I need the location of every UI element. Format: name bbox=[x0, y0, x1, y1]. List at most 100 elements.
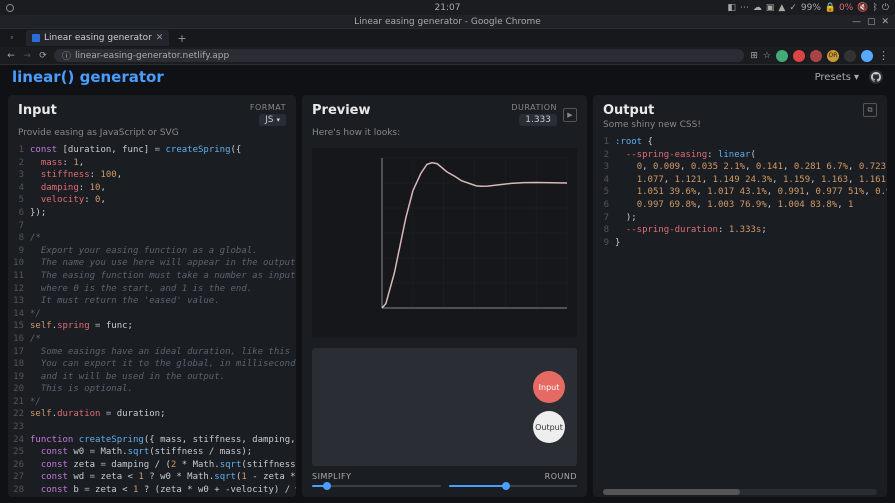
window-maximize-icon[interactable]: ▢ bbox=[867, 17, 876, 27]
tab-favicon-icon bbox=[32, 34, 40, 42]
tray-cloud-icon[interactable]: ☁ bbox=[753, 3, 762, 13]
app-header: linear() generator Presets ▾ bbox=[0, 65, 895, 89]
browser-tab[interactable]: Linear easing generator ✕ bbox=[26, 30, 169, 46]
code-line: 14*/ bbox=[12, 308, 292, 321]
round-label: ROUND bbox=[449, 472, 578, 481]
browser-tab-strip: ⌕ Linear easing generator ✕ + bbox=[0, 29, 895, 47]
ext-icon-3[interactable] bbox=[810, 50, 822, 62]
code-line: 24function createSpring({ mass, stiffnes… bbox=[12, 434, 292, 447]
tab-title: Linear easing generator bbox=[44, 33, 152, 43]
tray-lock-icon[interactable]: 🔒 0% bbox=[825, 3, 853, 13]
new-tab-button[interactable]: + bbox=[173, 32, 190, 45]
url-text: linear-easing-generator.netlify.app bbox=[75, 51, 229, 61]
code-line: 2 mass: 1, bbox=[12, 157, 292, 170]
graph-svg bbox=[312, 148, 577, 338]
duration-input[interactable]: 1.333 bbox=[519, 114, 557, 126]
tray-power-icon[interactable]: ⏻ bbox=[882, 3, 889, 13]
output-title: Output bbox=[603, 103, 654, 118]
output-scrollbar[interactable] bbox=[603, 489, 877, 495]
browser-toolbar: ← → ⟳ ⓘ linear-easing-generator.netlify.… bbox=[0, 47, 895, 65]
menu-icon[interactable]: ⋮ bbox=[878, 49, 889, 62]
os-clock[interactable]: 21:07 bbox=[435, 3, 461, 13]
tray-folder-icon[interactable]: ▣ bbox=[766, 3, 775, 13]
code-line: 8/* bbox=[12, 232, 292, 245]
ext-icon-5[interactable] bbox=[844, 50, 856, 62]
code-line: 5 velocity: 0, bbox=[12, 194, 292, 207]
code-line: 21*/ bbox=[12, 396, 292, 409]
github-link[interactable] bbox=[869, 70, 883, 84]
page-title: linear() generator bbox=[12, 68, 164, 86]
profile-avatar[interactable] bbox=[861, 50, 873, 62]
code-line: 1const [duration, func] = createSpring({ bbox=[12, 144, 292, 157]
window-titlebar: Linear easing generator - Google Chrome … bbox=[0, 15, 895, 29]
easing-graph bbox=[312, 148, 577, 338]
code-line: 28 const b = zeta < 1 ? (zeta * w0 + -ve… bbox=[12, 484, 292, 497]
activities-icon[interactable] bbox=[6, 4, 14, 12]
bookmark-icon[interactable]: ☆ bbox=[763, 51, 771, 61]
output-subtitle: Some shiny new CSS! bbox=[593, 120, 887, 136]
round-slider[interactable] bbox=[449, 485, 578, 487]
input-subtitle: Provide easing as JavaScript or SVG bbox=[8, 128, 296, 144]
nav-forward-icon[interactable]: → bbox=[22, 51, 32, 61]
code-line: 10 The name you use here will appear in … bbox=[12, 257, 292, 270]
window-minimize-icon[interactable]: — bbox=[852, 17, 861, 27]
animation-demo: Input Output bbox=[312, 348, 577, 466]
tray-check-icon[interactable]: ✓ bbox=[789, 3, 797, 13]
tab-close-icon[interactable]: ✕ bbox=[156, 33, 164, 43]
code-line: 3 0, 0.009, 0.035 2.1%, 0.141, 0.281 6.7… bbox=[597, 161, 883, 174]
demo-ball-input: Input bbox=[533, 371, 565, 403]
presets-dropdown[interactable]: Presets ▾ bbox=[815, 72, 859, 83]
nav-back-icon[interactable]: ← bbox=[6, 51, 16, 61]
code-line: 2 --spring-easing: linear( bbox=[597, 149, 883, 162]
install-icon[interactable]: ⊞ bbox=[750, 51, 758, 61]
input-panel: Input FORMAT JS ▾ Provide easing as Java… bbox=[8, 95, 296, 497]
tray-battery[interactable]: 99% bbox=[801, 3, 821, 13]
play-button[interactable]: ▶ bbox=[563, 108, 577, 122]
code-line: 19 and it will be used in the output. bbox=[12, 371, 292, 384]
code-line: 18 You can export it to the global, in m… bbox=[12, 358, 292, 371]
code-line: 23 bbox=[12, 421, 292, 434]
tray-app-icon[interactable]: ◧ bbox=[727, 3, 736, 13]
code-line: 22self.duration = duration; bbox=[12, 408, 292, 421]
code-line: 17 Some easings have an ideal duration, … bbox=[12, 346, 292, 359]
code-line: 12 where 0 is the start, and 1 is the en… bbox=[12, 283, 292, 296]
code-line: 3 stiffness: 100, bbox=[12, 169, 292, 182]
simplify-thumb[interactable] bbox=[323, 482, 331, 490]
preview-subtitle: Here's how it looks: bbox=[302, 128, 587, 144]
code-line: 25 const w0 = Math.sqrt(stiffness / mass… bbox=[12, 446, 292, 459]
code-line: 9} bbox=[597, 237, 883, 250]
presets-label: Presets bbox=[815, 72, 851, 83]
code-line: 5 1.051 39.6%, 1.017 43.1%, 0.991, 0.977… bbox=[597, 186, 883, 199]
code-line: 27 const wd = zeta < 1 ? w0 * Math.sqrt(… bbox=[12, 471, 292, 484]
duration-value: 1.333 bbox=[525, 115, 551, 125]
ext-icon-2[interactable] bbox=[793, 50, 805, 62]
window-title: Linear easing generator - Google Chrome bbox=[354, 17, 541, 27]
nav-reload-icon[interactable]: ⟳ bbox=[38, 51, 48, 61]
tray-bell-icon[interactable]: ▲ bbox=[778, 3, 785, 13]
code-line: 11 The easing function must take a numbe… bbox=[12, 270, 292, 283]
input-code-editor[interactable]: 1const [duration, func] = createSpring({… bbox=[8, 144, 296, 497]
tray-bt-icon[interactable]: ᛒ bbox=[872, 3, 877, 13]
ext-icon-1[interactable] bbox=[776, 50, 788, 62]
code-line: 7 ); bbox=[597, 212, 883, 225]
code-line: 8 --spring-duration: 1.333s; bbox=[597, 224, 883, 237]
copy-button[interactable]: ⧉ bbox=[863, 103, 877, 117]
window-close-icon[interactable]: ✕ bbox=[881, 17, 889, 27]
tab-search-icon[interactable]: ⌕ bbox=[8, 34, 16, 42]
format-select[interactable]: JS ▾ bbox=[259, 114, 286, 126]
os-topbar: 21:07 ◧ ⋯ ☁ ▣ ▲ ✓ 99% 🔒 0% 🔇 ᛒ ⏻ bbox=[0, 0, 895, 15]
duration-label: DURATION bbox=[511, 103, 557, 112]
code-line: 26 const zeta = damping / (2 * Math.sqrt… bbox=[12, 459, 292, 472]
round-thumb[interactable] bbox=[502, 482, 510, 490]
simplify-slider[interactable] bbox=[312, 485, 441, 487]
simplify-label: SIMPLIFY bbox=[312, 472, 441, 481]
input-title: Input bbox=[18, 103, 57, 118]
url-input[interactable]: ⓘ linear-easing-generator.netlify.app bbox=[54, 49, 744, 62]
output-code[interactable]: 1:root {2 --spring-easing: linear(3 0, 0… bbox=[593, 136, 887, 487]
tray-dots-icon[interactable]: ⋯ bbox=[740, 3, 749, 13]
tray-sound-icon[interactable]: 🔇 bbox=[857, 3, 868, 13]
code-line: 15self.spring = func; bbox=[12, 320, 292, 333]
ext-icon-4[interactable]: OR bbox=[827, 50, 839, 62]
chevron-down-icon: ▾ bbox=[854, 72, 859, 83]
site-info-icon[interactable]: ⓘ bbox=[62, 49, 71, 62]
